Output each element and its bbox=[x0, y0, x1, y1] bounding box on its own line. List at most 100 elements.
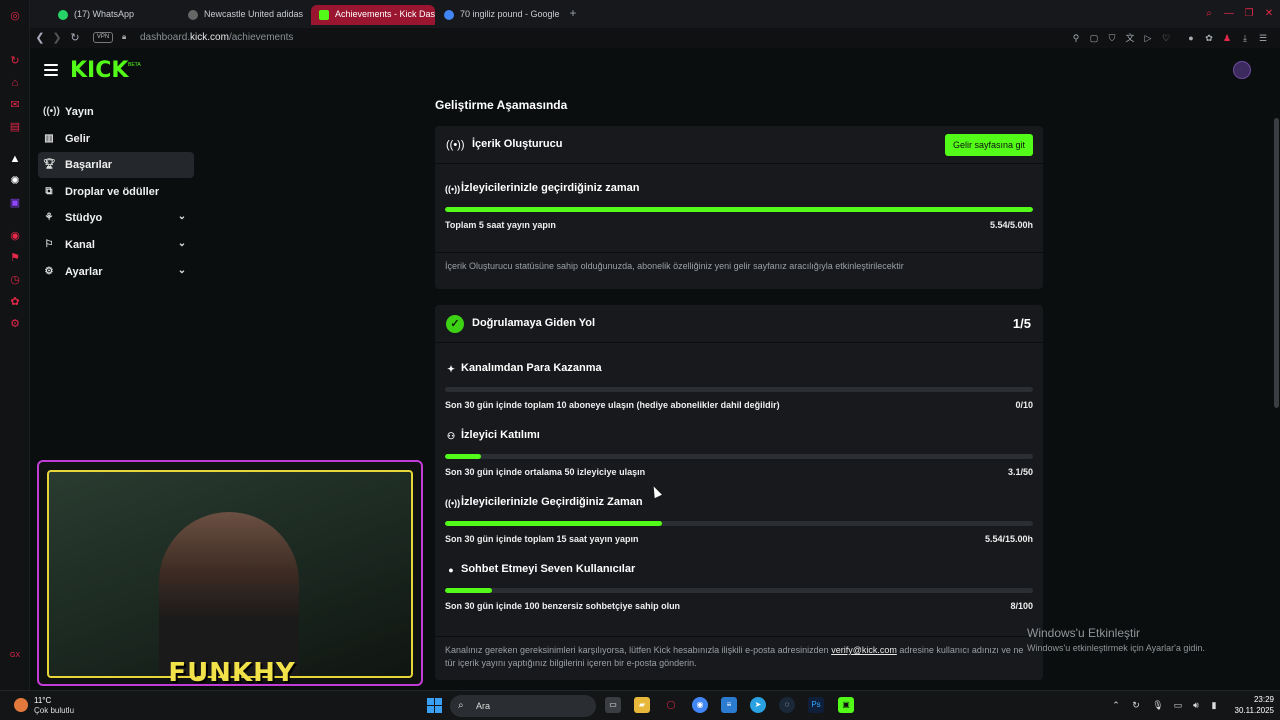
progress-fill bbox=[445, 207, 1033, 212]
card-title: Doğrulamaya Giden Yol bbox=[472, 317, 596, 329]
obs-icon[interactable]: ▣ bbox=[838, 697, 854, 713]
lock-icon[interactable]: 🔒︎ bbox=[122, 32, 130, 42]
metric-label: Son 30 gün içinde 100 benzersiz sohbetçi… bbox=[445, 601, 681, 611]
search-tabs-icon[interactable]: ⌕ bbox=[1203, 8, 1215, 20]
income-icon: ▥ bbox=[44, 132, 54, 144]
notepad-icon[interactable]: ≡ bbox=[721, 697, 737, 713]
broadcast-icon: ((•)) bbox=[445, 498, 461, 508]
forward-icon[interactable]: ❯ bbox=[50, 31, 64, 45]
kick-logo[interactable]: KICK bbox=[70, 58, 128, 83]
mic-icon[interactable]: 🎙︎ bbox=[1152, 699, 1164, 711]
activation-subtitle: Windows'u etkinleştirmek için Ayarlar'a … bbox=[1027, 643, 1205, 653]
minimize-icon[interactable]: — bbox=[1223, 8, 1235, 20]
menu-icon[interactable]: ☰ bbox=[1257, 32, 1269, 44]
close-icon[interactable]: ✕ bbox=[1263, 8, 1275, 20]
sidebar-item-broadcast[interactable]: ((•)) Yayın bbox=[38, 99, 194, 125]
streamer-name: FUNKHY bbox=[168, 658, 296, 688]
opera-logo-icon[interactable]: ◎ bbox=[9, 10, 21, 22]
progress-count: 1/5 bbox=[1012, 316, 1031, 331]
sidebar-item-drops[interactable]: ⧉ Droplar ve ödüller bbox=[38, 179, 194, 205]
new-tab-button[interactable]: + bbox=[567, 7, 579, 19]
extensions-icon[interactable]: ✿ bbox=[9, 296, 21, 308]
opera-icon[interactable]: ◯ bbox=[663, 697, 679, 713]
pin-icon[interactable]: ⚲ bbox=[1070, 32, 1082, 44]
vpn-badge[interactable]: VPN bbox=[93, 32, 113, 43]
sidebar-item-studio[interactable]: ⚘ Stüdyo ⌄ bbox=[38, 205, 194, 231]
clock-date[interactable]: 30.11.2025 bbox=[1226, 706, 1274, 715]
search-input[interactable]: ⌕ Ara bbox=[450, 695, 596, 717]
taskview-icon[interactable]: ▭ bbox=[605, 697, 621, 713]
telegram-icon[interactable]: ➤ bbox=[750, 697, 766, 713]
profile-icon[interactable]: ♟ bbox=[1221, 32, 1233, 44]
settings-icon[interactable]: ⚙ bbox=[9, 318, 21, 330]
download-icon[interactable]: ⤓ bbox=[1239, 32, 1251, 44]
avatar[interactable] bbox=[1233, 61, 1251, 79]
battery-icon[interactable]: ▮ bbox=[1208, 699, 1220, 711]
reload-icon[interactable]: ↻ bbox=[68, 31, 82, 45]
hamburger-menu-icon[interactable] bbox=[44, 64, 58, 76]
sidebar-item-settings[interactable]: ⚙ Ayarlar ⌄ bbox=[38, 259, 194, 285]
file-explorer-icon[interactable]: ▰ bbox=[634, 697, 650, 713]
start-button[interactable] bbox=[427, 698, 442, 713]
player-icon[interactable]: ◉ bbox=[9, 230, 21, 242]
weather-temp[interactable]: 11°C bbox=[34, 696, 51, 705]
beta-badge: BETA bbox=[128, 62, 141, 68]
record-icon[interactable]: ● bbox=[1185, 32, 1197, 44]
chevron-down-icon[interactable]: ⌄ bbox=[176, 211, 188, 223]
photoshop-icon[interactable]: Ps bbox=[808, 697, 824, 713]
gx-icon[interactable]: GX bbox=[9, 650, 21, 662]
verify-email-link[interactable]: verify@kick.com bbox=[831, 645, 897, 655]
url-prefix: dashboard. bbox=[140, 32, 191, 43]
tab-4[interactable]: 70 ingiliz pound - Google bbox=[436, 5, 564, 25]
scrollbar[interactable] bbox=[1274, 118, 1279, 408]
clock-time[interactable]: 23:29 bbox=[1234, 695, 1274, 704]
messenger-icon[interactable]: ✉ bbox=[9, 99, 21, 111]
tab-label: Achievements - Kick Das bbox=[335, 9, 435, 19]
pin-icon[interactable]: ⚑ bbox=[9, 252, 21, 264]
display-icon[interactable]: ▭ bbox=[1172, 699, 1184, 711]
metric-value: 8/100 bbox=[1010, 601, 1033, 611]
broadcast-icon: ((•)) bbox=[43, 106, 60, 117]
sidebar-item-income[interactable]: ▥ Gelir bbox=[38, 126, 194, 152]
creator-card: ((•)) İçerik Oluşturucu Gelir sayfasına … bbox=[435, 126, 1043, 289]
extensions-icon[interactable]: ✿ bbox=[1203, 32, 1215, 44]
metric-title: İzleyicilerinizle Geçirdiğiniz Zaman bbox=[461, 496, 643, 508]
tab-label: Newcastle United adidas bbox=[204, 9, 304, 19]
sidebar-item-achievements[interactable]: 🏆︎ Başarılar bbox=[38, 152, 194, 179]
metric-time: ((•)) İzleyicilerinizle geçirdiğiniz zama… bbox=[435, 164, 1043, 230]
shield-icon[interactable]: ⛉ bbox=[1106, 32, 1118, 44]
history-icon[interactable]: ↻ bbox=[9, 55, 21, 67]
chatgpt-icon[interactable]: ✺ bbox=[9, 175, 21, 187]
goto-income-button[interactable]: Gelir sayfasına git bbox=[944, 134, 1033, 156]
chrome-icon[interactable]: ◉ bbox=[692, 697, 708, 713]
google-icon bbox=[444, 10, 454, 20]
clock-icon[interactable]: ◷ bbox=[9, 274, 21, 286]
kick-sidebar-icon[interactable]: ▲ bbox=[9, 153, 21, 165]
volume-icon[interactable]: 🔊︎ bbox=[1190, 699, 1202, 711]
heart-icon[interactable]: ♡ bbox=[1160, 32, 1172, 44]
play-icon[interactable]: ▷ bbox=[1142, 32, 1154, 44]
chevron-up-icon[interactable]: ⌃ bbox=[1110, 699, 1122, 711]
tab-1[interactable]: (17) WhatsApp bbox=[50, 5, 180, 25]
sidebar-item-channel[interactable]: ⚐ Kanal ⌄ bbox=[38, 232, 194, 258]
steam-icon[interactable]: ◌ bbox=[779, 697, 795, 713]
metric-item: ✦ Kanalımdan Para Kazanma Son 30 gün için… bbox=[435, 362, 1043, 429]
mail-icon[interactable]: ▤ bbox=[9, 121, 21, 133]
weather-desc[interactable]: Çok bulutlu bbox=[34, 706, 74, 715]
tab-3[interactable]: Achievements - Kick Das bbox=[311, 5, 435, 25]
bookmark-icon[interactable]: ▢ bbox=[1088, 32, 1100, 44]
sync-icon[interactable]: ↻ bbox=[1130, 699, 1142, 711]
viewers-icon: ⚇ bbox=[446, 431, 456, 441]
sidebar-item-label: Gelir bbox=[65, 132, 91, 145]
chevron-down-icon[interactable]: ⌄ bbox=[176, 265, 188, 277]
maximize-icon[interactable]: ❐ bbox=[1243, 8, 1255, 20]
tab-2[interactable]: Newcastle United adidas bbox=[180, 5, 310, 25]
twitch-icon[interactable]: ▣ bbox=[9, 197, 21, 209]
chevron-down-icon[interactable]: ⌄ bbox=[176, 238, 188, 250]
weather-icon[interactable] bbox=[14, 698, 28, 712]
back-icon[interactable]: ❮ bbox=[33, 31, 47, 45]
shop-icon[interactable]: ⌂ bbox=[9, 77, 21, 89]
translate-icon[interactable]: 文 bbox=[1124, 32, 1136, 44]
verification-card: ✓ Doğrulamaya Giden Yol 1/5 ✦ Kanalımdan … bbox=[435, 305, 1043, 680]
url-field[interactable]: dashboard.kick.com/achievements bbox=[140, 32, 293, 43]
